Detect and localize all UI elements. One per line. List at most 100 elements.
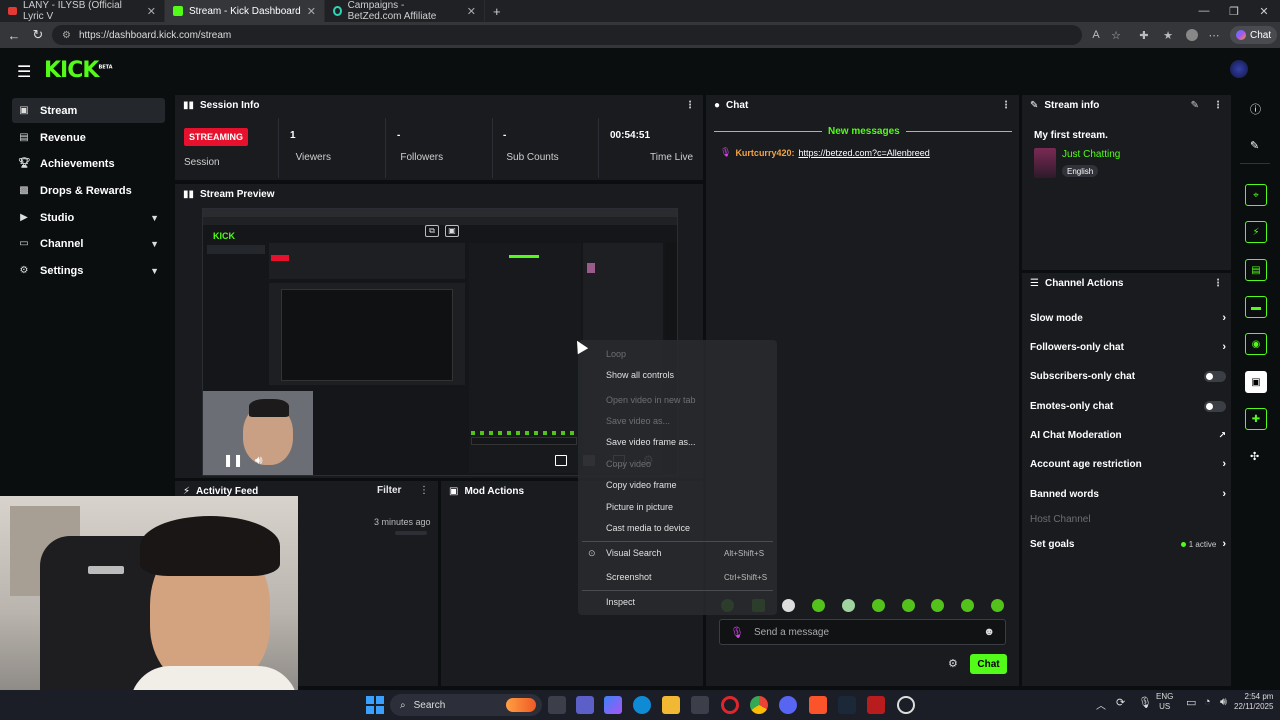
info-icon[interactable]: ⓘ <box>1250 101 1261 117</box>
sync-icon[interactable]: ⟳ <box>1116 696 1125 709</box>
context-item-save-video[interactable]: Save video as... <box>606 416 670 426</box>
context-item-inspect[interactable]: Inspect <box>606 597 635 607</box>
chat-settings-icon[interactable]: ⚙ <box>948 657 958 670</box>
file-explorer-icon[interactable] <box>662 696 680 714</box>
sidebar-item-achievements[interactable]: 🏆︎ Achievements <box>12 151 165 176</box>
pip-icon[interactable]: ⧉ <box>425 225 439 237</box>
emote-icon[interactable] <box>931 599 944 612</box>
wrench-icon[interactable]: ✚ <box>1245 408 1267 430</box>
sidebar-item-channel[interactable]: ▭ Channel ▼ <box>12 231 165 256</box>
tab-betzed[interactable]: Campaigns - BetZed.com Affiliate ✕ <box>325 0 485 22</box>
category-thumbnail[interactable] <box>1034 148 1056 178</box>
sidebar-item-settings[interactable]: ⚙ Settings ▼ <box>12 258 165 283</box>
edge-icon[interactable] <box>633 696 651 714</box>
send-chat-button[interactable]: Chat <box>970 654 1007 674</box>
kick-logo[interactable]: KICKBETA <box>44 58 113 83</box>
more-vertical-icon[interactable]: ⋮ <box>1213 278 1223 289</box>
monitor-icon[interactable]: ▭ <box>1186 696 1196 709</box>
windows-start-icon[interactable] <box>366 696 384 714</box>
followers-only-row[interactable]: Followers-only chat › <box>1030 339 1226 355</box>
chat-bubble-icon[interactable]: ▬ <box>1245 296 1267 318</box>
favorites-icon[interactable]: ★ <box>1160 27 1176 43</box>
activity-icon[interactable]: ⚡ <box>1245 221 1267 243</box>
sidebar-item-stream[interactable]: ▣ Stream <box>12 98 165 123</box>
close-icon[interactable]: ✕ <box>147 5 156 18</box>
discord-icon[interactable] <box>779 696 797 714</box>
context-item-show-controls[interactable]: Show all controls <box>606 370 674 380</box>
reload-icon[interactable]: ↻ <box>26 22 50 48</box>
emote-icon[interactable] <box>782 599 795 612</box>
teams-icon[interactable] <box>576 696 594 714</box>
app-icon[interactable] <box>867 696 885 714</box>
context-item-cast[interactable]: Cast media to device <box>606 523 690 533</box>
ai-moderation-row[interactable]: AI Chat Moderation ↗ <box>1030 427 1226 443</box>
extensions-icon[interactable]: ✚ <box>1136 27 1152 43</box>
hamburger-menu-icon[interactable]: ☰ <box>17 62 31 82</box>
task-view-icon[interactable] <box>548 696 566 714</box>
context-item-visual-search[interactable]: Visual Search <box>606 548 661 558</box>
translate-icon[interactable]: A <box>1088 27 1104 43</box>
more-menu-icon[interactable]: ⋯ <box>1206 27 1222 43</box>
emoji-icon[interactable]: ☻ <box>983 626 995 638</box>
chevron-up-icon[interactable]: ︿ <box>1096 697 1106 712</box>
emote-icon[interactable] <box>872 599 885 612</box>
more-vertical-icon[interactable]: ⋮ <box>685 100 695 111</box>
emote-icon[interactable] <box>991 599 1004 612</box>
new-tab-button[interactable]: + <box>485 0 509 22</box>
tab-kick-dashboard[interactable]: Stream - Kick Dashboard ✕ <box>165 0 325 22</box>
context-item-save-frame[interactable]: Save video frame as... <box>606 437 696 447</box>
category-link[interactable]: Just Chatting <box>1062 149 1120 160</box>
apps-icon[interactable]: ✣ <box>1250 450 1259 463</box>
context-item-screenshot[interactable]: Screenshot <box>606 572 652 582</box>
maximize-icon[interactable]: ❐ <box>1218 0 1250 22</box>
context-item-copy-frame[interactable]: Copy video frame <box>606 480 677 490</box>
bookmark-star-icon[interactable]: ☆ <box>1108 27 1124 43</box>
emotes-only-toggle[interactable] <box>1204 400 1226 412</box>
chat-link[interactable]: https://betzed.com?c=Allenbreed <box>798 148 929 158</box>
context-item-open-new-tab[interactable]: Open video in new tab <box>606 395 696 405</box>
obs-icon[interactable] <box>897 696 915 714</box>
close-window-icon[interactable]: ✕ <box>1248 0 1280 22</box>
opera-icon[interactable] <box>721 696 739 714</box>
copilot-chat-button[interactable]: Chat <box>1230 26 1278 44</box>
broadcast-icon[interactable]: ◉ <box>1245 333 1267 355</box>
sidebar-item-studio[interactable]: ▶ Studio ▼ <box>12 205 165 230</box>
more-vertical-icon[interactable]: ⋮ <box>1001 100 1011 111</box>
emote-icon[interactable] <box>812 599 825 612</box>
mic-icon[interactable]: 🎙︎ <box>730 626 744 639</box>
address-bar[interactable]: ⚙ https://dashboard.kick.com/stream <box>52 25 1082 45</box>
sidebar-item-revenue[interactable]: ▤ Revenue <box>12 125 165 150</box>
context-item-pip[interactable]: Picture in picture <box>606 502 673 512</box>
emote-icon[interactable] <box>842 599 855 612</box>
close-icon[interactable]: ✕ <box>467 5 476 18</box>
context-item-copy-video[interactable]: Copy video <box>606 459 651 469</box>
filter-button[interactable]: Filter <box>377 485 401 496</box>
banned-words-row[interactable]: Banned words › <box>1030 486 1226 502</box>
sidebar-item-drops-rewards[interactable]: ▩ Drops & Rewards <box>12 178 165 203</box>
chat-input[interactable]: 🎙︎ Send a message ☻ <box>719 619 1006 645</box>
wifi-icon[interactable]: ◔ <box>1204 696 1211 708</box>
steam-icon[interactable] <box>838 696 856 714</box>
focus-icon[interactable]: ⌖ <box>1245 184 1267 206</box>
taskbar-search[interactable]: ⌕ Search <box>390 694 542 716</box>
subscribers-only-toggle[interactable] <box>1204 370 1226 382</box>
back-icon[interactable]: ← <box>2 22 26 48</box>
fullscreen-pip-icon[interactable] <box>555 455 567 466</box>
edit-layout-icon[interactable]: ✎ <box>1250 139 1259 152</box>
stream-info-icon[interactable]: ▣ <box>1245 371 1267 393</box>
screenshot-icon[interactable]: ▣ <box>445 225 459 237</box>
more-vertical-icon[interactable]: ⋮ <box>1213 100 1223 111</box>
language-indicator[interactable]: ENG US <box>1156 692 1173 712</box>
brave-icon[interactable] <box>809 696 827 714</box>
emote-icon[interactable] <box>902 599 915 612</box>
profile-icon[interactable] <box>1184 27 1200 43</box>
copilot-taskbar-icon[interactable] <box>604 696 622 714</box>
context-item-loop[interactable]: Loop <box>606 349 626 359</box>
microphone-icon[interactable]: 🎙︎ <box>1138 696 1152 709</box>
tab-youtube[interactable]: LANY - ILYSB (Official Lyric V ✕ <box>0 0 165 22</box>
document-icon[interactable]: ▤ <box>1245 259 1267 281</box>
chat-username[interactable]: Kurtcurry420: <box>735 148 794 158</box>
chrome-icon[interactable] <box>750 696 768 714</box>
user-avatar[interactable] <box>1230 60 1248 78</box>
pencil-icon[interactable]: ✎ <box>1191 100 1199 111</box>
